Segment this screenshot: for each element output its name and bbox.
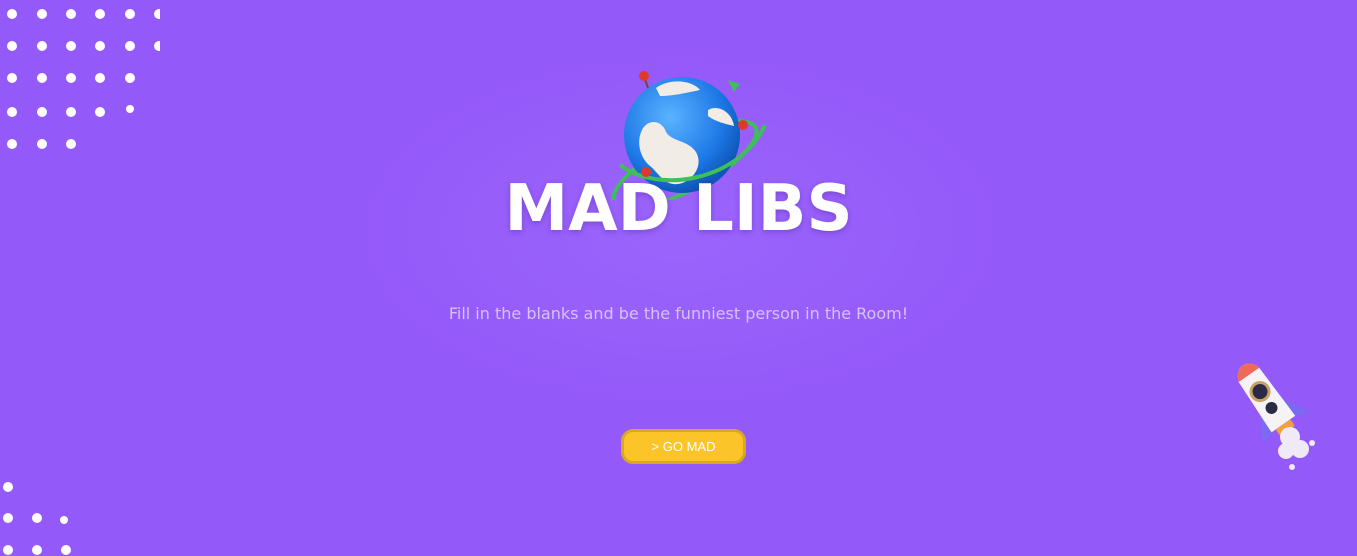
dot-pattern-top-left xyxy=(0,0,160,152)
page-title: MAD LIBS xyxy=(504,172,853,246)
dot-pattern-bottom-left xyxy=(0,480,80,556)
go-mad-button[interactable]: > GO MAD xyxy=(621,429,746,464)
rocket-icon xyxy=(1222,355,1322,475)
page-subtitle: Fill in the blanks and be the funniest p… xyxy=(448,304,909,323)
